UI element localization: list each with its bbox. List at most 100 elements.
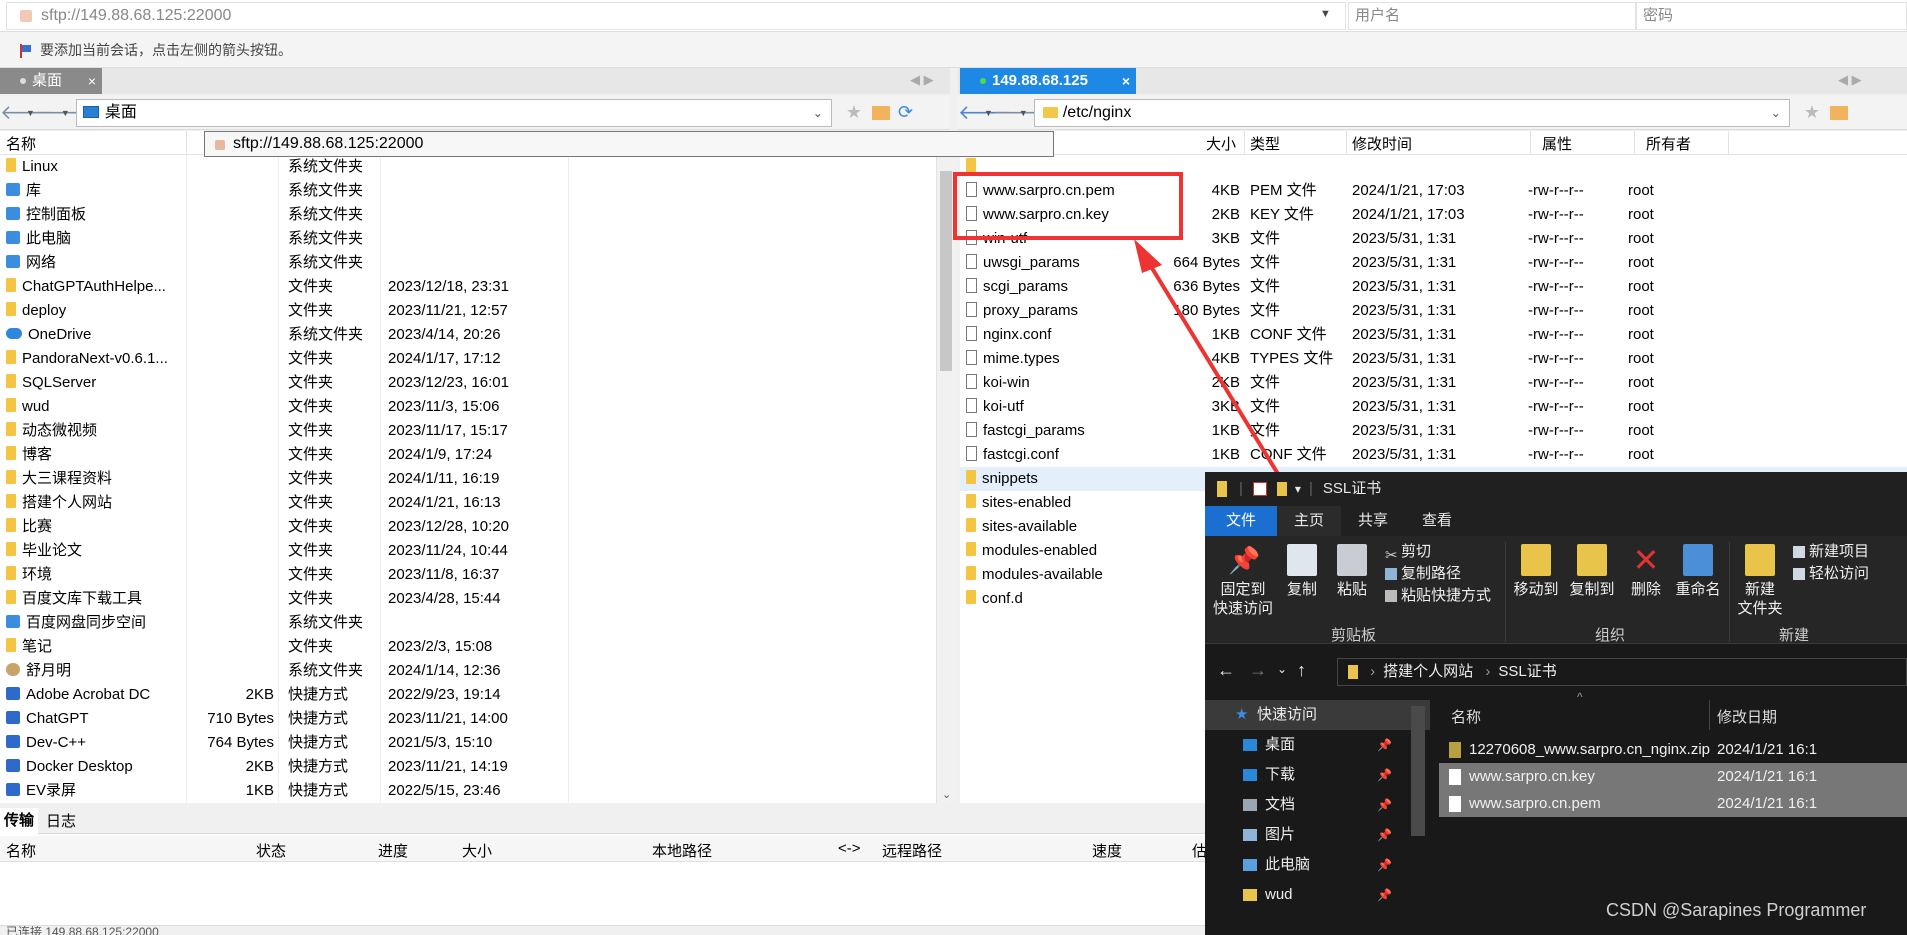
list-item[interactable]: PandoraNext-v0.6.1... 文件夹 2024/1/17, 17:12 — [0, 347, 936, 371]
new-folder-button[interactable]: 新建 文件夹 — [1733, 544, 1787, 618]
star-icon[interactable]: ★ — [846, 102, 862, 123]
list-item[interactable]: Docker Desktop 2KB 快捷方式 2023/11/21, 14:19 — [0, 755, 936, 779]
col-modified[interactable]: 修改时间 — [1352, 133, 1412, 154]
tab-remote[interactable]: 149.88.68.125 × — [960, 68, 1136, 94]
tab-scroll-icons[interactable]: ◀ ▶ — [910, 72, 934, 88]
list-item[interactable]: ChatGPTAuthHelpe... 文件夹 2023/12/18, 23:31 — [0, 275, 936, 299]
col-size[interactable]: 大小 — [1206, 133, 1236, 154]
rename-button[interactable]: 重命名 — [1671, 544, 1725, 599]
back-icon[interactable]: 🡐 — [0, 100, 54, 126]
delete-button[interactable]: ✕ 删除 — [1623, 544, 1669, 599]
chevron-down-icon[interactable]: ⌄ — [1277, 662, 1287, 676]
col-type[interactable]: 类型 — [1250, 133, 1280, 154]
col-owner[interactable]: 所有者 — [1646, 133, 1691, 154]
col-size[interactable]: 大小 — [462, 840, 492, 861]
left-path-input[interactable]: 桌面 ⌄ — [75, 98, 832, 127]
list-item[interactable]: 百度网盘同步空间 系统文件夹 — [0, 611, 936, 635]
col-speed[interactable]: 速度 — [1092, 840, 1122, 861]
copy-button[interactable]: 复制 — [1279, 544, 1325, 599]
username-field[interactable]: 用户名 — [1348, 2, 1636, 30]
list-item[interactable]: 百度文库下载工具 文件夹 2023/4/28, 15:44 — [0, 587, 936, 611]
url-input[interactable]: sftp://149.88.68.125:22000 — [6, 2, 1346, 30]
col-remote-path[interactable]: 远程路径 — [882, 840, 942, 861]
checkmark-icon[interactable] — [1252, 482, 1267, 496]
tab-transfer[interactable]: 传输 — [0, 807, 38, 834]
nav-item[interactable]: wud 📌 — [1205, 880, 1430, 910]
nav-item[interactable]: 图片 📌 — [1205, 820, 1430, 850]
pin-icon[interactable]: 📌 — [1377, 850, 1392, 880]
list-item[interactable]: 毕业论文 文件夹 2023/11/24, 10:44 — [0, 539, 936, 563]
chevron-down-icon[interactable]: ▼ — [61, 108, 70, 118]
col-direction[interactable]: <-> — [838, 840, 861, 857]
nav-item[interactable]: 桌面 📌 — [1205, 730, 1430, 760]
list-item[interactable]: 控制面板 系统文件夹 — [0, 203, 936, 227]
flag-icon[interactable] — [20, 44, 32, 59]
paste-button[interactable]: 粘贴 — [1329, 544, 1375, 599]
easy-access-button[interactable]: 轻松访问 — [1793, 564, 1869, 584]
list-item[interactable]: 笔记 文件夹 2023/2/3, 15:08 — [0, 635, 936, 659]
scroll-thumb[interactable] — [940, 171, 952, 371]
list-item[interactable]: www.sarpro.cn.key 2024/1/21 16:1 — [1439, 763, 1907, 790]
tab-scroll-icons[interactable]: ◀ ▶ — [1838, 72, 1862, 88]
list-item[interactable]: ChatGPT 710 Bytes 快捷方式 2023/11/21, 14:00 — [0, 707, 936, 731]
chevron-down-icon[interactable]: ⌄ — [1771, 100, 1781, 126]
pin-icon[interactable]: 📌 — [1377, 790, 1392, 820]
list-item[interactable]: 比赛 文件夹 2023/12/28, 10:20 — [0, 515, 936, 539]
list-item[interactable]: 大三课程资料 文件夹 2024/1/11, 16:19 — [0, 467, 936, 491]
col-name[interactable]: 名称 — [1451, 706, 1481, 727]
chevron-down-icon[interactable]: ▼ — [1320, 8, 1331, 20]
nav-scroll-thumb[interactable] — [1411, 706, 1425, 836]
back-icon[interactable]: ← — [1217, 660, 1235, 681]
pin-icon[interactable]: 📌 — [1377, 880, 1392, 910]
nav-item[interactable]: 文档 📌 — [1205, 790, 1430, 820]
col-name[interactable]: 名称 — [6, 840, 36, 861]
col-local-path[interactable]: 本地路径 — [652, 840, 712, 861]
nav-item[interactable]: ★ 快速访问 — [1205, 700, 1430, 730]
close-icon[interactable]: × — [88, 68, 96, 94]
list-item[interactable]: deploy 文件夹 2023/11/21, 12:57 — [0, 299, 936, 323]
list-item[interactable]: 博客 文件夹 2024/1/9, 17:24 — [0, 443, 936, 467]
home-icon[interactable] — [871, 105, 890, 120]
col-name[interactable]: 名称 — [6, 133, 36, 154]
forward-icon[interactable]: 🡒 — [993, 100, 1047, 126]
chevron-down-icon[interactable]: ▼ — [26, 108, 35, 118]
tab-desktop[interactable]: 桌面 × — [0, 68, 102, 94]
list-item[interactable]: OneDrive 系统文件夹 2023/4/14, 20:26 — [0, 323, 936, 347]
pin-quick-access-button[interactable]: 📌 固定到 快速访问 — [1211, 544, 1275, 618]
star-icon[interactable]: ★ — [1804, 102, 1820, 123]
explorer-path-input[interactable]: › 搭建个人网站 › SSL证书 — [1337, 658, 1907, 686]
chevron-down-icon[interactable]: ⌄ — [813, 100, 823, 126]
forward-icon[interactable]: → — [1249, 660, 1267, 681]
list-item[interactable]: 环境 文件夹 2023/11/8, 16:37 — [0, 563, 936, 587]
pin-icon[interactable]: 📌 — [1377, 820, 1392, 850]
tab-file[interactable]: 文件 — [1205, 506, 1277, 536]
list-item[interactable]: Linux 系统文件夹 — [0, 155, 936, 179]
home-icon[interactable] — [1829, 105, 1848, 120]
col-status[interactable]: 状态 — [256, 840, 286, 861]
cut-button[interactable]: ✂ 剪切 — [1385, 542, 1431, 564]
close-icon[interactable]: × — [1122, 68, 1130, 94]
list-item[interactable]: Dev-C++ 764 Bytes 快捷方式 2021/5/3, 15:10 — [0, 731, 936, 755]
col-attr[interactable]: 属性 — [1542, 133, 1572, 154]
copy-path-button[interactable]: 复制路径 — [1385, 564, 1461, 584]
chevron-down-icon[interactable]: ▼ — [984, 108, 993, 118]
new-folder-icon[interactable] — [1276, 482, 1287, 496]
list-item[interactable]: wud 文件夹 2023/11/3, 15:06 — [0, 395, 936, 419]
tab-home[interactable]: 主页 — [1277, 506, 1341, 536]
list-item[interactable]: 动态微视频 文件夹 2023/11/17, 15:17 — [0, 419, 936, 443]
chevron-down-icon[interactable]: ⌄ — [942, 788, 951, 801]
list-item[interactable]: 此电脑 系统文件夹 — [0, 227, 936, 251]
nav-item[interactable]: 此电脑 📌 — [1205, 850, 1430, 880]
tab-view[interactable]: 查看 — [1405, 506, 1469, 536]
list-item[interactable]: 12270608_www.sarpro.cn_nginx.zip 2024/1/2… — [1439, 736, 1907, 763]
new-item-button[interactable]: 新建项目 — [1793, 542, 1869, 562]
refresh-icon[interactable]: ⟳ — [898, 102, 913, 123]
list-item[interactable]: 网络 系统文件夹 — [0, 251, 936, 275]
copy-to-button[interactable]: 复制到 — [1565, 544, 1619, 599]
pin-icon[interactable]: 📌 — [1377, 760, 1392, 790]
list-item[interactable]: SQLServer 文件夹 2023/12/23, 16:01 — [0, 371, 936, 395]
col-progress[interactable]: 进度 — [378, 840, 408, 861]
remote-path-input[interactable]: /etc/nginx ⌄ — [1033, 98, 1790, 127]
list-item[interactable]: www.sarpro.cn.pem 2024/1/21 16:1 — [1439, 790, 1907, 817]
forward-icon[interactable]: 🡒 — [35, 100, 89, 126]
